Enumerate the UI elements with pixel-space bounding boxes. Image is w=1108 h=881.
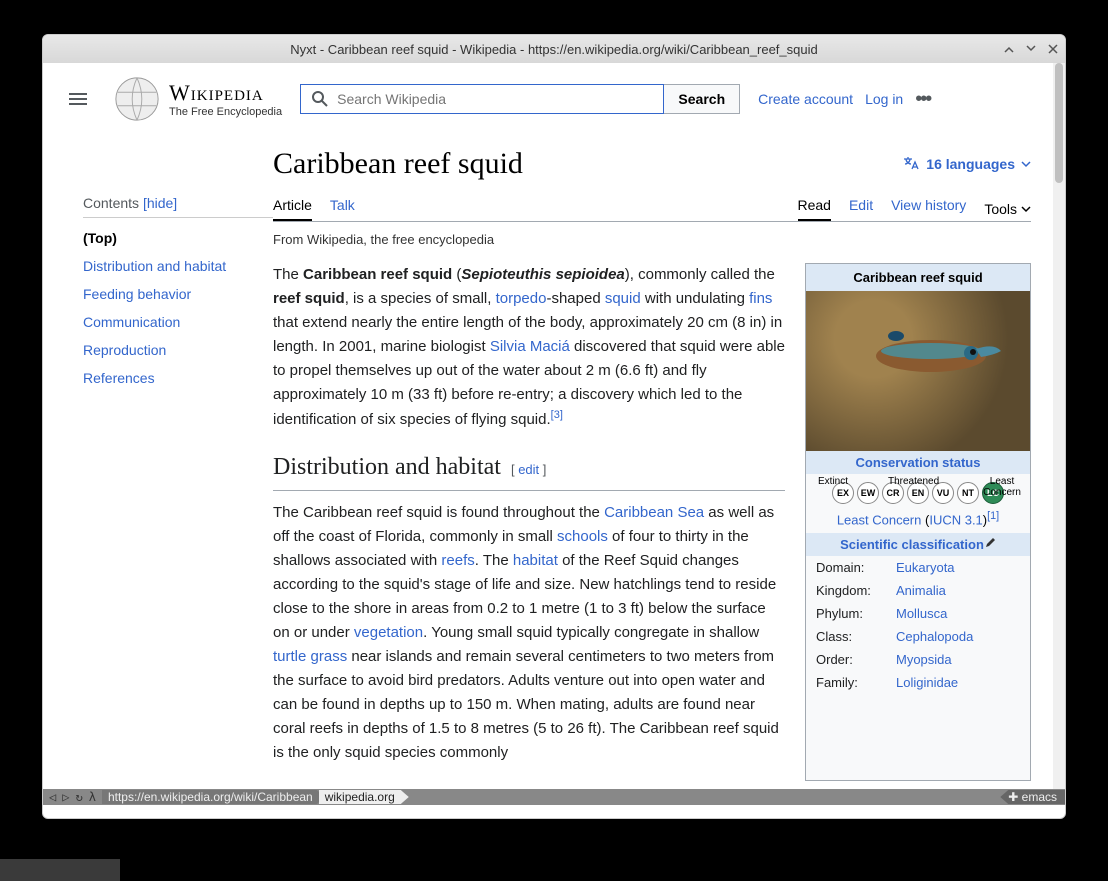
login-link[interactable]: Log in — [865, 91, 903, 107]
toc-hide-link[interactable]: [hide] — [143, 195, 177, 211]
row-phylum: Phylum:Mollusca — [806, 602, 1030, 625]
toc-item-top[interactable]: (Top) — [83, 224, 273, 252]
edit-section-link[interactable]: edit — [518, 462, 539, 477]
cons-nt: NT — [957, 482, 979, 504]
search-input[interactable] — [337, 91, 653, 107]
link-torpedo[interactable]: torpedo — [496, 290, 547, 307]
chevron-down-icon — [1021, 159, 1031, 169]
article-body: The Caribbean reef squid (Sepioteuthis s… — [273, 263, 785, 781]
wiki-header: Wikipedia The Free Encyclopedia Search C… — [43, 63, 1065, 135]
content-area: Wikipedia The Free Encyclopedia Search C… — [43, 63, 1065, 805]
wikipedia-logo[interactable]: Wikipedia The Free Encyclopedia — [113, 75, 282, 123]
link-schools[interactable]: schools — [557, 528, 608, 545]
conservation-status: Least Concern (IUCN 3.1)[1] — [806, 508, 1030, 533]
search-form: Search — [300, 84, 740, 114]
link-caribbean-sea[interactable]: Caribbean Sea — [604, 504, 704, 521]
nav-back-button[interactable]: ◁ — [49, 790, 56, 804]
logo-subtitle: The Free Encyclopedia — [169, 106, 282, 118]
conservation-diagram: Extinct Threatened Least Concern EX EW C… — [806, 474, 1030, 508]
desktop-taskbar — [0, 859, 120, 881]
language-selector[interactable]: 16 languages — [902, 155, 1031, 173]
cons-ew: EW — [857, 482, 879, 504]
edit-pencil-icon[interactable] — [984, 537, 996, 549]
edit-section: [ edit ] — [511, 462, 546, 477]
row-kingdom: Kingdom:Animalia — [806, 579, 1030, 602]
search-button[interactable]: Search — [664, 84, 740, 114]
tools-menu[interactable]: Tools — [984, 197, 1031, 221]
tab-talk[interactable]: Talk — [330, 197, 355, 221]
tagline: From Wikipedia, the free encyclopedia — [273, 232, 1031, 247]
more-menu-icon[interactable]: ••• — [915, 88, 930, 111]
row-domain: Domain:Eukaryota — [806, 556, 1030, 579]
infobox: Caribbean reef squid — [805, 263, 1031, 781]
minimize-icon[interactable] — [1003, 43, 1015, 55]
ref-3[interactable]: [3] — [551, 409, 563, 421]
classification-header: Scientific classification — [806, 533, 1030, 556]
titlebar: Nyxt - Caribbean reef squid - Wikipedia … — [43, 35, 1065, 63]
iucn-link[interactable]: IUCN 3.1 — [929, 512, 982, 527]
tab-read[interactable]: Read — [798, 197, 831, 221]
logo-wordmark: Wikipedia — [169, 80, 282, 106]
tab-article[interactable]: Article — [273, 197, 312, 221]
nav-forward-button[interactable]: ▷ — [62, 790, 69, 804]
link-reefs[interactable]: reefs — [441, 552, 474, 569]
toc-item-references[interactable]: References — [83, 364, 273, 392]
mode-indicator[interactable]: ✚ emacs — [1000, 790, 1065, 804]
heading-distribution: Distribution and habitat — [273, 454, 501, 480]
chevron-down-icon — [1021, 204, 1031, 214]
link-turtle-grass[interactable]: turtle grass — [273, 648, 347, 665]
toc-item-communication[interactable]: Communication — [83, 308, 273, 336]
link-habitat[interactable]: habitat — [513, 552, 558, 569]
page-title: Caribbean reef squid — [273, 147, 523, 181]
link-fins[interactable]: fins — [749, 290, 772, 307]
nyxt-statusbar: ◁ ▷ ↻ λ https://en.wikipedia.org/wiki/Ca… — [43, 789, 1065, 805]
tabs: Article Talk Read Edit View history Tool… — [273, 197, 1031, 222]
squid-illustration — [846, 321, 1006, 391]
link-squid[interactable]: squid — [605, 290, 641, 307]
scrollbar-thumb[interactable] — [1055, 63, 1063, 183]
toc-item-feeding[interactable]: Feeding behavior — [83, 280, 273, 308]
tab-edit[interactable]: Edit — [849, 197, 873, 221]
maximize-icon[interactable] — [1025, 43, 1037, 55]
row-order: Order:Myopsida — [806, 648, 1030, 671]
url-display[interactable]: https://en.wikipedia.org/wiki/Caribbean — [102, 790, 325, 804]
ref-1[interactable]: [1] — [987, 510, 999, 522]
main-menu-button[interactable] — [61, 85, 95, 113]
link-macia[interactable]: Silvia Maciá — [490, 338, 570, 355]
window-title: Nyxt - Caribbean reef squid - Wikipedia … — [290, 42, 817, 57]
infobox-title: Caribbean reef squid — [806, 264, 1030, 291]
nav-reload-button[interactable]: ↻ — [75, 790, 82, 804]
toc-title: Contents — [83, 195, 139, 211]
toc-sidebar: Contents [hide] (Top) Distribution and h… — [43, 135, 273, 781]
user-links: Create account Log in ••• — [758, 88, 930, 111]
toc-item-distribution[interactable]: Distribution and habitat — [83, 252, 273, 280]
window-controls — [1003, 43, 1059, 55]
translate-icon — [902, 155, 920, 173]
browser-window: Nyxt - Caribbean reef squid - Wikipedia … — [42, 34, 1066, 819]
toc-item-reproduction[interactable]: Reproduction — [83, 336, 273, 364]
domain-display[interactable]: wikipedia.org — [319, 790, 409, 804]
row-class: Class:Cephalopoda — [806, 625, 1030, 648]
row-family: Family:Loliginidae — [806, 671, 1030, 694]
globe-icon — [113, 75, 161, 123]
article: Caribbean reef squid 16 languages Articl… — [273, 135, 1065, 781]
infobox-image[interactable] — [806, 291, 1030, 451]
scrollbar[interactable] — [1053, 63, 1065, 805]
create-account-link[interactable]: Create account — [758, 91, 853, 107]
link-vegetation[interactable]: vegetation — [354, 624, 423, 641]
search-icon — [311, 90, 329, 108]
close-icon[interactable] — [1047, 43, 1059, 55]
nav-lambda-button[interactable]: λ — [89, 790, 96, 804]
conservation-header: Conservation status — [806, 451, 1030, 474]
tab-history[interactable]: View history — [891, 197, 966, 221]
